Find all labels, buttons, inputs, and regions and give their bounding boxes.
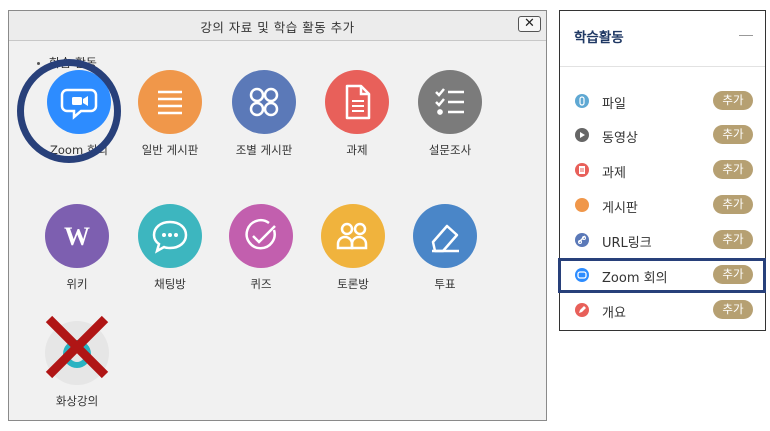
- tile-quiz[interactable]: 퀴즈: [215, 204, 307, 314]
- wiki-icon: W: [45, 204, 109, 268]
- tile-label: 토론방: [337, 277, 369, 291]
- activity-item-video: 동영상 추가: [560, 121, 765, 149]
- close-button[interactable]: ✕: [518, 16, 541, 32]
- svg-text:W: W: [64, 222, 90, 251]
- tile-video-lecture: 화상강의: [31, 315, 123, 431]
- activity-item-assignment: 과제 추가: [560, 156, 765, 184]
- add-button[interactable]: 추가: [713, 300, 753, 319]
- activity-item-file: 파일 추가: [560, 87, 765, 115]
- activity-label: 과제: [602, 166, 626, 181]
- board-icon: [575, 198, 589, 212]
- tile-label: 조별 게시판: [235, 143, 293, 157]
- divider: [560, 66, 765, 67]
- check-circle-icon: [229, 204, 293, 268]
- tile-label: 채팅방: [154, 277, 186, 291]
- activity-label: 개요: [602, 306, 626, 321]
- group-grid-icon: [232, 70, 296, 134]
- activity-label: URL링크: [602, 236, 652, 251]
- tile-wiki[interactable]: W 위키: [31, 204, 123, 314]
- tile-survey[interactable]: 설문조사: [404, 70, 496, 180]
- bullet-icon: [37, 62, 40, 65]
- tile-label: 투표: [434, 277, 456, 291]
- add-button[interactable]: 추가: [713, 125, 753, 144]
- file-icon: [575, 94, 589, 108]
- dialog-header: 강의 자료 및 학습 활동 추가 ✕: [9, 11, 546, 41]
- document-icon: [325, 70, 389, 134]
- eraser-icon: [413, 204, 477, 268]
- tile-vote[interactable]: 투표: [399, 204, 491, 314]
- tile-general-board[interactable]: 일반 게시판: [124, 70, 216, 180]
- activity-label: 게시판: [602, 201, 638, 216]
- add-button[interactable]: 추가: [713, 195, 753, 214]
- activity-label: 동영상: [602, 131, 638, 146]
- pencil-icon: [575, 303, 589, 317]
- minus-icon[interactable]: [739, 35, 753, 36]
- tile-chat[interactable]: 채팅방: [124, 204, 216, 314]
- tile-label: 화상강의: [55, 394, 99, 408]
- tile-label: 퀴즈: [250, 277, 272, 291]
- tile-discussion[interactable]: 토론방: [307, 204, 399, 314]
- people-icon: [321, 204, 385, 268]
- link-icon: [575, 233, 589, 247]
- add-button[interactable]: 추가: [713, 230, 753, 249]
- assignment-icon: [575, 163, 589, 177]
- chat-icon: [138, 204, 202, 268]
- tile-label: 일반 게시판: [141, 143, 199, 157]
- activity-item-url: URL링크 추가: [560, 226, 765, 254]
- tile-assignment[interactable]: 과제: [311, 70, 403, 180]
- activity-label: 파일: [602, 97, 626, 112]
- tile-label: 위키: [66, 277, 88, 291]
- zoom-highlight-ring: [17, 59, 121, 163]
- tile-label: 설문조사: [428, 143, 472, 157]
- panel-title: 학습활동: [574, 30, 624, 46]
- add-button[interactable]: 추가: [713, 91, 753, 110]
- add-button[interactable]: 추가: [713, 160, 753, 179]
- close-icon: ✕: [524, 16, 535, 31]
- activity-item-overview: 개요 추가: [560, 296, 765, 324]
- learning-activity-panel: 학습활동 파일 추가 동영상 추가 과제 추가 게시판 추가 URL링크 추가: [558, 10, 766, 331]
- dialog-title: 강의 자료 및 학습 활동 추가: [200, 20, 355, 35]
- activity-item-board: 게시판 추가: [560, 191, 765, 219]
- list-icon: [138, 70, 202, 134]
- zoom-row-highlight: [558, 258, 766, 293]
- cross-icon: [45, 315, 109, 379]
- tile-group-board[interactable]: 조별 게시판: [218, 70, 310, 180]
- checklist-icon: [418, 70, 482, 134]
- tile-label: 과제: [346, 143, 368, 157]
- play-icon: [575, 128, 589, 142]
